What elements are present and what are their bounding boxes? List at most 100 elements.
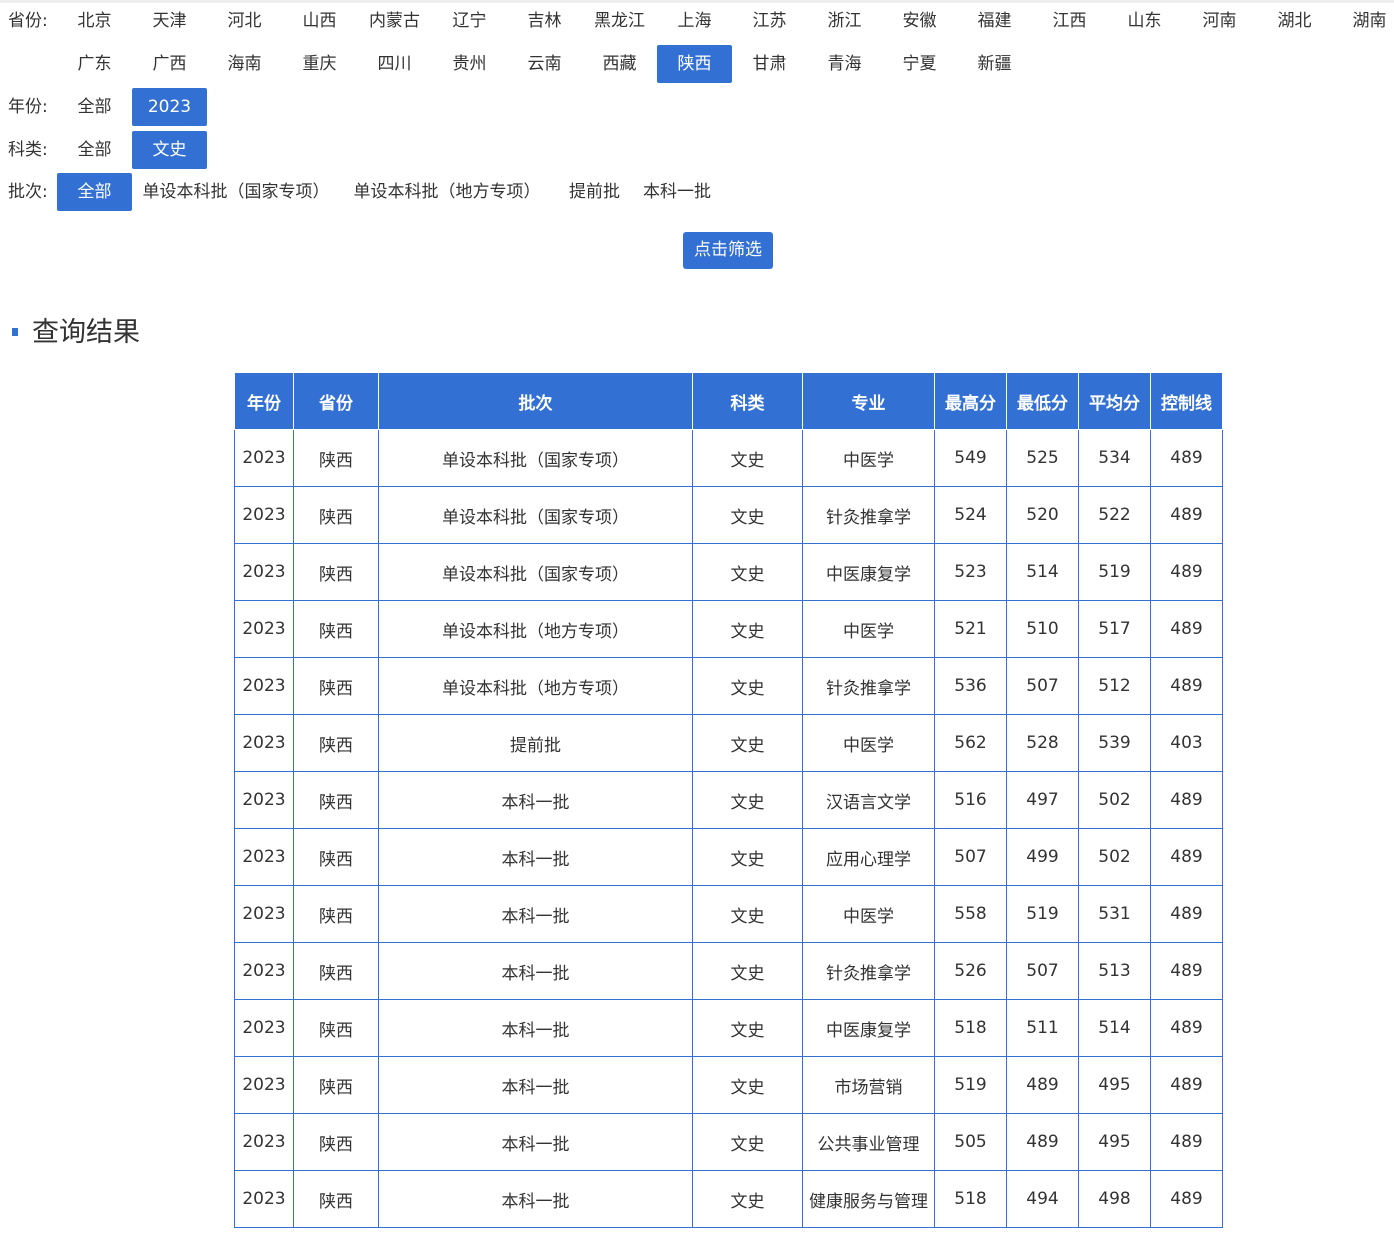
table-cell: 2023 xyxy=(234,999,294,1057)
table-row: 2023 陕西 本科一批 文史 应用心理学 507 499 502 489 xyxy=(234,828,1223,886)
province-option[interactable]: 上海 xyxy=(657,2,732,40)
title-bullet-icon xyxy=(12,328,18,336)
year-option[interactable]: 2023 xyxy=(132,88,207,126)
table-cell: 489 xyxy=(1150,828,1223,886)
table-row: 2023 陕西 单设本科批（地方专项） 文史 针灸推拿学 536 507 512 489 xyxy=(234,657,1223,715)
province-option[interactable]: 湖南 xyxy=(1332,2,1394,40)
column-header: 省份 xyxy=(293,372,379,430)
table-row: 2023 陕西 单设本科批（国家专项） 文史 针灸推拿学 524 520 522 489 xyxy=(234,486,1223,544)
table-row: 2023 陕西 本科一批 文史 市场营销 519 489 495 489 xyxy=(234,1056,1223,1114)
province-option[interactable]: 江西 xyxy=(1032,2,1107,40)
table-cell: 498 xyxy=(1078,1170,1151,1228)
table-cell: 519 xyxy=(1006,885,1079,943)
province-option[interactable]: 天津 xyxy=(132,2,207,40)
batch-option[interactable]: 本科一批 xyxy=(634,173,720,211)
batch-option[interactable]: 单设本科批（国家专项） xyxy=(134,173,338,211)
province-option[interactable]: 贵州 xyxy=(432,45,507,83)
province-option[interactable]: 浙江 xyxy=(807,2,882,40)
table-cell: 489 xyxy=(1150,771,1223,829)
table-cell: 陕西 xyxy=(293,885,379,943)
table-row: 2023 陕西 单设本科批（国家专项） 文史 中医学 549 525 534 489 xyxy=(234,429,1223,487)
table-cell: 2023 xyxy=(234,1056,294,1114)
province-option[interactable]: 安徽 xyxy=(882,2,957,40)
table-cell: 陕西 xyxy=(293,600,379,658)
subject-option[interactable]: 文史 xyxy=(132,131,207,169)
table-cell: 应用心理学 xyxy=(802,828,935,886)
province-option[interactable]: 吉林 xyxy=(507,2,582,40)
batch-filter-label: 批次: xyxy=(8,182,48,202)
table-cell: 531 xyxy=(1078,885,1151,943)
table-cell: 505 xyxy=(934,1113,1007,1171)
table-cell: 526 xyxy=(934,942,1007,1000)
province-option[interactable]: 重庆 xyxy=(282,45,357,83)
table-cell: 陕西 xyxy=(293,999,379,1057)
table-cell: 489 xyxy=(1150,657,1223,715)
table-cell: 514 xyxy=(1078,999,1151,1057)
table-cell: 517 xyxy=(1078,600,1151,658)
table-cell: 489 xyxy=(1150,1113,1223,1171)
table-cell: 2023 xyxy=(234,714,294,772)
province-option[interactable]: 江苏 xyxy=(732,2,807,40)
province-option[interactable]: 河南 xyxy=(1182,2,1257,40)
batch-option[interactable]: 全部 xyxy=(57,173,132,211)
province-option[interactable]: 福建 xyxy=(957,2,1032,40)
table-cell: 文史 xyxy=(692,657,803,715)
table-cell: 549 xyxy=(934,429,1007,487)
province-option[interactable]: 辽宁 xyxy=(432,2,507,40)
results-table: 年份 省份 批次 科类 专业 最高分 最低分 平均分 控制线 2023 陕西 单设本科批（国家专项）… xyxy=(234,372,1223,1228)
table-cell: 本科一批 xyxy=(378,828,693,886)
table-cell: 本科一批 xyxy=(378,1170,693,1228)
table-cell: 513 xyxy=(1078,942,1151,1000)
table-cell: 陕西 xyxy=(293,771,379,829)
table-cell: 中医学 xyxy=(802,429,935,487)
table-cell: 524 xyxy=(934,486,1007,544)
year-option[interactable]: 全部 xyxy=(57,88,132,126)
table-cell: 陕西 xyxy=(293,714,379,772)
province-option[interactable]: 河北 xyxy=(207,2,282,40)
province-option[interactable]: 青海 xyxy=(807,45,882,83)
table-row: 2023 陕西 本科一批 文史 中医康复学 518 511 514 489 xyxy=(234,999,1223,1057)
province-option[interactable]: 云南 xyxy=(507,45,582,83)
results-title: 查询结果 xyxy=(32,317,140,348)
table-cell: 文史 xyxy=(692,600,803,658)
column-header: 专业 xyxy=(802,372,935,430)
table-cell: 514 xyxy=(1006,543,1079,601)
batch-option[interactable]: 单设本科批（地方专项） xyxy=(344,173,550,211)
province-option[interactable]: 黑龙江 xyxy=(582,2,657,40)
table-row: 2023 陕西 单设本科批（国家专项） 文史 中医康复学 523 514 519 489 xyxy=(234,543,1223,601)
province-option[interactable]: 山西 xyxy=(282,2,357,40)
table-cell: 2023 xyxy=(234,771,294,829)
subject-option[interactable]: 全部 xyxy=(57,131,132,169)
province-filter-label: 省份: xyxy=(8,11,48,31)
province-option[interactable]: 海南 xyxy=(207,45,282,83)
table-cell: 562 xyxy=(934,714,1007,772)
table-cell: 文史 xyxy=(692,714,803,772)
table-cell: 558 xyxy=(934,885,1007,943)
province-option[interactable]: 山东 xyxy=(1107,2,1182,40)
province-option[interactable]: 广西 xyxy=(132,45,207,83)
province-option[interactable]: 甘肃 xyxy=(732,45,807,83)
table-cell: 文史 xyxy=(692,1170,803,1228)
province-option[interactable]: 宁夏 xyxy=(882,45,957,83)
table-cell: 489 xyxy=(1150,999,1223,1057)
batch-option[interactable]: 提前批 xyxy=(557,173,632,211)
province-option[interactable]: 陕西 xyxy=(657,45,732,83)
table-cell: 523 xyxy=(934,543,1007,601)
table-cell: 2023 xyxy=(234,942,294,1000)
province-option[interactable]: 四川 xyxy=(357,45,432,83)
column-header: 批次 xyxy=(378,372,693,430)
province-option[interactable]: 西藏 xyxy=(582,45,657,83)
table-cell: 518 xyxy=(934,999,1007,1057)
table-cell: 中医学 xyxy=(802,885,935,943)
province-option[interactable]: 内蒙古 xyxy=(357,2,432,40)
filter-submit-button[interactable]: 点击筛选 xyxy=(683,232,773,269)
province-option[interactable]: 湖北 xyxy=(1257,2,1332,40)
province-option[interactable]: 新疆 xyxy=(957,45,1032,83)
table-cell: 针灸推拿学 xyxy=(802,657,935,715)
province-option[interactable]: 广东 xyxy=(57,45,132,83)
table-cell: 针灸推拿学 xyxy=(802,486,935,544)
table-cell: 针灸推拿学 xyxy=(802,942,935,1000)
table-cell: 文史 xyxy=(692,486,803,544)
province-option[interactable]: 北京 xyxy=(57,2,132,40)
table-row: 2023 陕西 本科一批 文史 中医学 558 519 531 489 xyxy=(234,885,1223,943)
